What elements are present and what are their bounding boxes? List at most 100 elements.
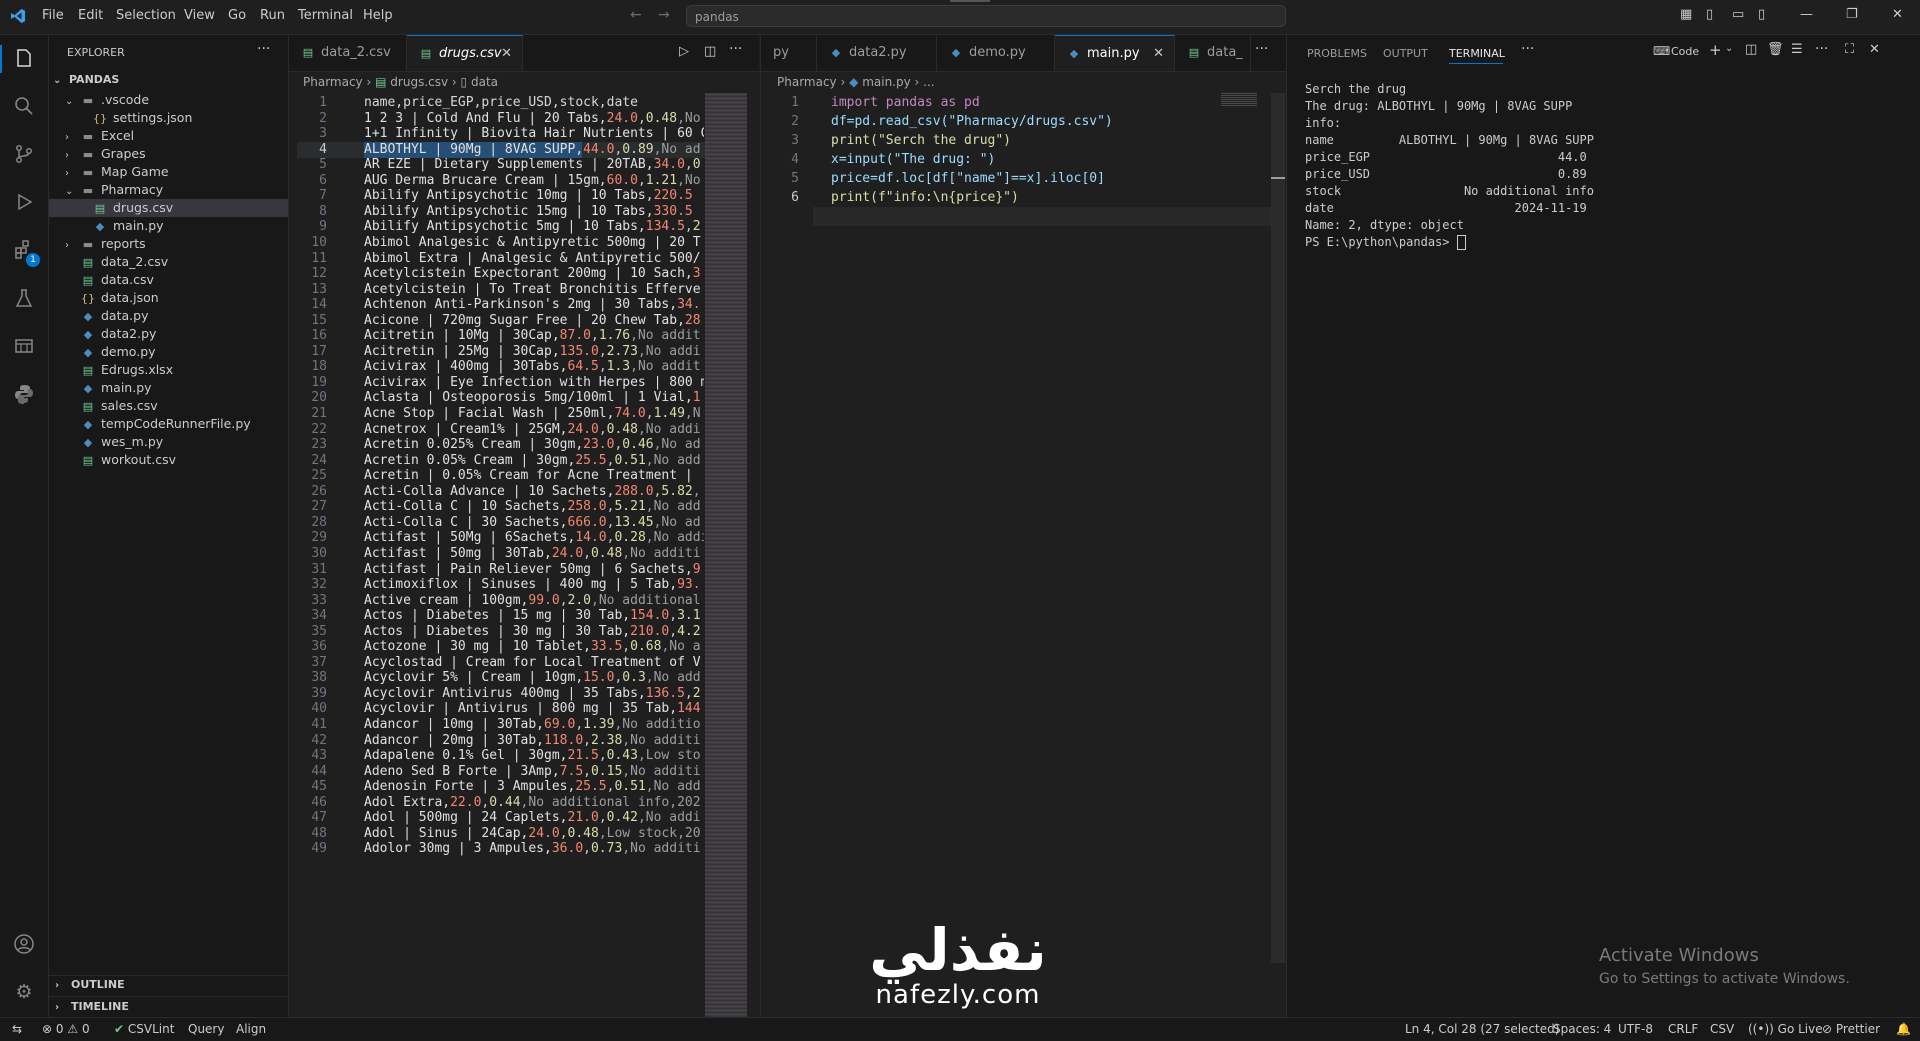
- timeline-section[interactable]: › TIMELINE: [55, 996, 129, 1018]
- minimap[interactable]: [1221, 93, 1257, 107]
- align-item[interactable]: Align: [236, 1022, 266, 1036]
- csv-price-usd-field: 0.42: [606, 810, 638, 826]
- tree-item-label: data2.py: [101, 326, 157, 341]
- line-number: 19: [311, 374, 327, 390]
- language-mode[interactable]: CSV: [1710, 1022, 1734, 1036]
- panel-more-icon[interactable]: ···: [1521, 41, 1534, 57]
- indentation[interactable]: Spaces: 4: [1553, 1022, 1611, 1036]
- run-debug-icon[interactable]: [12, 191, 36, 215]
- breadcrumb-file[interactable]: drugs.csv: [390, 75, 448, 89]
- line-number: 41: [311, 717, 327, 732]
- chevron-down-icon[interactable]: ⌄: [1725, 43, 1733, 54]
- testing-icon[interactable]: [12, 287, 36, 311]
- minimap[interactable]: [705, 93, 747, 1017]
- remote-icon[interactable]: ⇆: [12, 1022, 22, 1036]
- encoding[interactable]: UTF-8: [1618, 1022, 1653, 1036]
- source-control-icon[interactable]: [12, 143, 36, 167]
- trash-icon[interactable]: 🗑: [1767, 42, 1784, 57]
- menu-go[interactable]: Go: [228, 8, 246, 23]
- terminal-output[interactable]: Serch the drug The drug: ALBOTHYL | 90Mg…: [1287, 81, 1920, 281]
- tree-item[interactable]: ▤ workout.csv: [65, 449, 176, 471]
- csv-code-area[interactable]: 1 name,price_EGP,price_USD,stock,date 2 1 2…: [289, 93, 759, 1017]
- tab-demo-py[interactable]: ◆ demo.py: [937, 35, 1055, 71]
- menu-help[interactable]: Help: [363, 8, 393, 23]
- menu-run[interactable]: Run: [260, 8, 285, 23]
- accounts-icon[interactable]: [12, 933, 36, 957]
- toggle-sidebar-icon[interactable]: ▯: [1706, 7, 1713, 22]
- settings-gear-icon[interactable]: ⚙: [12, 980, 36, 1004]
- csv-line: Aclasta | Osteoporosis 5mg/100ml | 1 Via…: [364, 390, 704, 406]
- menu-terminal[interactable]: Terminal: [298, 8, 353, 23]
- split-editor-icon[interactable]: ◫: [704, 44, 716, 59]
- menu-edit[interactable]: Edit: [78, 8, 103, 23]
- query-item[interactable]: Query: [188, 1022, 224, 1036]
- remote-explorer-icon[interactable]: [12, 335, 36, 359]
- csv-stock-field: ,No addit: [630, 359, 701, 375]
- problems-indicator[interactable]: ⊗ 0 ⚠ 0: [42, 1022, 90, 1036]
- new-terminal-icon[interactable]: +: [1709, 41, 1722, 59]
- csv-name-field: Actifast | 50Mg | 6Sachets,: [364, 530, 576, 546]
- python-file-icon: ◆: [1069, 47, 1079, 60]
- close-window-icon[interactable]: ✕: [1892, 7, 1903, 22]
- explorer-icon[interactable]: [12, 47, 36, 71]
- restore-icon[interactable]: ❐: [1846, 7, 1858, 22]
- tab-data-truncated[interactable]: ▤ data_: [1175, 35, 1251, 71]
- split-terminal-icon[interactable]: ◫: [1745, 42, 1757, 57]
- breadcrumb-ellipsis[interactable]: ...: [923, 75, 934, 89]
- line-number: 39: [311, 685, 327, 701]
- csv-price-usd-field: 0: [692, 157, 701, 173]
- tab-py-truncated[interactable]: py: [761, 35, 817, 71]
- csv-price-egp-field: 9: [692, 561, 701, 577]
- run-file-icon[interactable]: ▷: [679, 44, 689, 59]
- forward-arrow-icon[interactable]: →: [658, 7, 670, 23]
- workspace-root[interactable]: ⌄ PANDAS: [53, 69, 119, 91]
- tab-main-py[interactable]: ◆ main.py ✕: [1055, 35, 1175, 71]
- toggle-panel-icon[interactable]: ▭: [1732, 7, 1744, 22]
- command-center-search[interactable]: pandas: [686, 5, 1286, 27]
- tab-data2-py[interactable]: ◆ data2.py: [817, 35, 937, 71]
- breadcrumb-file[interactable]: main.py: [862, 75, 911, 89]
- editor-more-icon[interactable]: ···: [1255, 41, 1268, 57]
- menu-selection[interactable]: Selection: [116, 8, 176, 23]
- error-count: 0: [55, 1022, 64, 1036]
- menu-view[interactable]: View: [184, 8, 215, 23]
- tab-output[interactable]: OUTPUT: [1383, 47, 1428, 60]
- breadcrumb-symbol[interactable]: data: [471, 75, 498, 89]
- prettier-item[interactable]: ⊘ Prettier: [1822, 1022, 1880, 1036]
- end-of-line[interactable]: CRLF: [1668, 1022, 1698, 1036]
- cursor-position[interactable]: Ln 4, Col 28 (27 selected): [1405, 1022, 1559, 1036]
- notifications-bell-icon[interactable]: 🔔: [1896, 1022, 1911, 1036]
- toggle-secondary-sidebar-icon[interactable]: ▯: [1758, 7, 1765, 22]
- outline-section[interactable]: › OUTLINE: [55, 974, 125, 996]
- explorer-more-icon[interactable]: ···: [257, 41, 270, 57]
- close-panel-icon[interactable]: ✕: [1869, 42, 1880, 57]
- breadcrumb-folder[interactable]: Pharmacy: [777, 75, 837, 89]
- python-code-area[interactable]: 1 2 3 4 5 6 import pandas as pd df=pd.re…: [761, 93, 1286, 293]
- python-icon[interactable]: [12, 383, 36, 407]
- back-arrow-icon[interactable]: ←: [630, 7, 642, 23]
- terminal-list-icon[interactable]: ☰: [1791, 42, 1803, 57]
- minimize-icon[interactable]: —: [1800, 7, 1813, 22]
- tab-terminal[interactable]: TERMINAL: [1449, 47, 1505, 60]
- terminal-shell-label[interactable]: Code: [1671, 45, 1699, 58]
- close-tab-icon[interactable]: ✕: [501, 36, 512, 72]
- tree-item-label: Excel: [101, 128, 135, 143]
- panel-options-icon[interactable]: ···: [1815, 41, 1828, 57]
- vertical-scrollbar[interactable]: [1271, 93, 1285, 963]
- maximize-panel-icon[interactable]: ⛶: [1845, 42, 1854, 57]
- csv-name-field: Active cream | 100gm,: [364, 592, 529, 608]
- tab-problems[interactable]: PROBLEMS: [1307, 47, 1367, 60]
- tab-drugs-csv[interactable]: ▤ drugs.csv ✕: [407, 35, 523, 71]
- go-live-item[interactable]: ((•)) Go Live: [1748, 1022, 1823, 1036]
- menu-file[interactable]: File: [42, 8, 64, 23]
- csv-price-egp-field: 288.0: [614, 483, 654, 499]
- csv-comma: ,: [559, 825, 568, 841]
- editor-more-icon[interactable]: ···: [729, 41, 742, 57]
- search-icon[interactable]: [12, 95, 36, 119]
- customize-layout-icon[interactable]: ▦: [1680, 7, 1692, 22]
- csv-name-field: Acivirax | Eye Infection with Herpes | 8…: [364, 374, 704, 390]
- csvlint-item[interactable]: ✔ CSVLint: [114, 1022, 174, 1036]
- tab-data-2-csv[interactable]: ▤ data_2.csv: [289, 35, 407, 71]
- breadcrumb-folder[interactable]: Pharmacy: [303, 75, 363, 89]
- close-tab-icon[interactable]: ✕: [1153, 36, 1164, 72]
